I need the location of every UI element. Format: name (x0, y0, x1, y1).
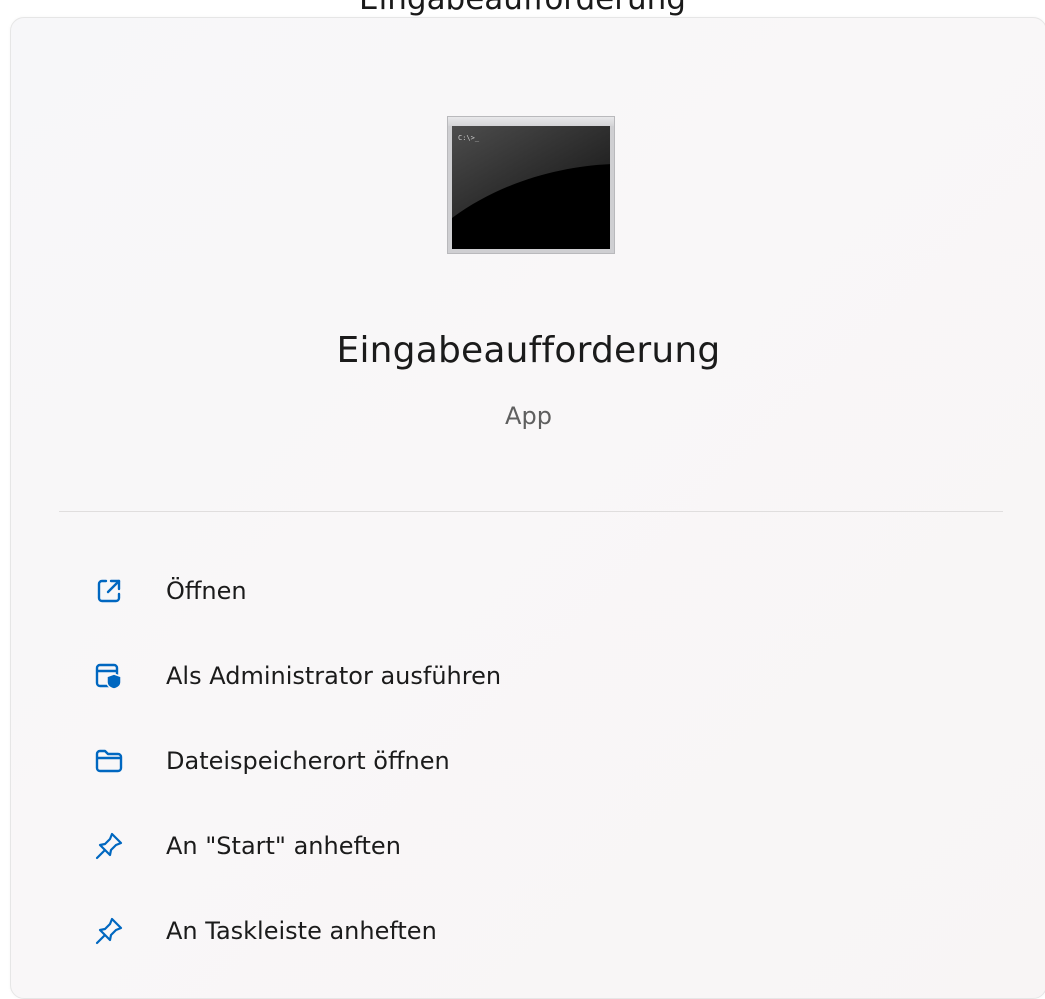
divider (59, 511, 1003, 512)
pin-icon (89, 826, 129, 866)
run-as-admin-shield-icon (89, 656, 129, 696)
open-external-icon (89, 571, 129, 611)
app-title: Eingabeaufforderung (336, 330, 721, 371)
pin-to-taskbar-label: An Taskleiste anheften (166, 916, 437, 945)
pin-to-start-button[interactable]: An "Start" anheften (11, 803, 1045, 888)
svg-text:C:\>_: C:\>_ (458, 134, 480, 142)
open-file-location-button[interactable]: Dateispeicherort öffnen (11, 718, 1045, 803)
command-prompt-icon: C:\>_ (447, 116, 615, 254)
run-as-admin-label: Als Administrator ausführen (166, 661, 502, 690)
pin-to-taskbar-button[interactable]: An Taskleiste anheften (11, 888, 1045, 973)
clipped-header-text: Eingabeaufforderung (359, 0, 686, 17)
open-file-location-label: Dateispeicherort öffnen (166, 746, 450, 775)
icon-screen: C:\>_ (452, 126, 610, 249)
action-list: Öffnen Als Administrator ausführen Datei… (11, 548, 1045, 973)
open-button[interactable]: Öffnen (11, 548, 1045, 633)
icon-titlebar (448, 117, 614, 126)
run-as-admin-button[interactable]: Als Administrator ausführen (11, 633, 1045, 718)
open-label: Öffnen (166, 576, 247, 605)
pin-icon (89, 911, 129, 951)
folder-icon (89, 741, 129, 781)
app-type: App (505, 402, 552, 430)
pin-to-start-label: An "Start" anheften (166, 831, 401, 860)
app-details-panel: C:\>_ Eingabeaufforderung App Öffnen Als… (10, 17, 1045, 999)
